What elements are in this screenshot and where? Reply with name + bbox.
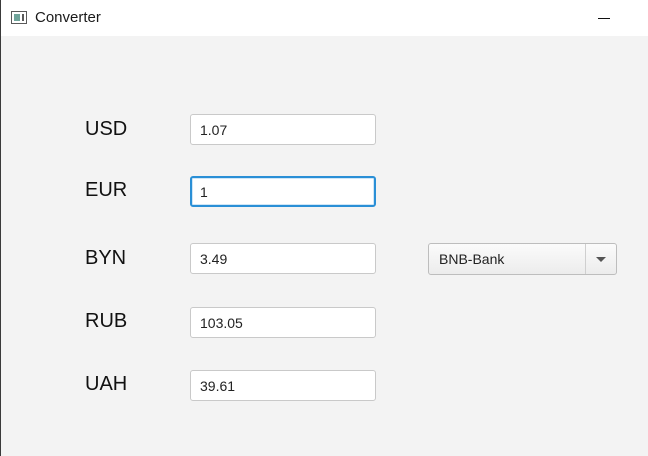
currency-label-usd: USD: [85, 118, 128, 140]
bank-select-value: BNB-Bank: [439, 251, 505, 267]
eur-input[interactable]: [190, 176, 376, 207]
bank-select[interactable]: BNB-Bank: [428, 243, 617, 275]
minimize-button[interactable]: [587, 4, 621, 32]
chevron-down-icon: [596, 257, 606, 262]
rub-input[interactable]: [190, 307, 376, 338]
byn-input[interactable]: [190, 243, 376, 274]
app-icon: [11, 11, 27, 24]
window-border: [0, 0, 1, 456]
currency-label-rub: RUB: [85, 310, 128, 332]
currency-label-byn: BYN: [85, 247, 127, 269]
currency-label-uah: UAH: [85, 373, 128, 395]
uah-input[interactable]: [190, 370, 376, 401]
usd-input[interactable]: [190, 114, 376, 145]
bank-select-arrow-button[interactable]: [585, 244, 616, 274]
currency-label-eur: EUR: [85, 179, 128, 201]
window-title: Converter: [35, 9, 101, 26]
minimize-icon: [598, 18, 610, 19]
title-bar: Converter: [1, 0, 648, 36]
